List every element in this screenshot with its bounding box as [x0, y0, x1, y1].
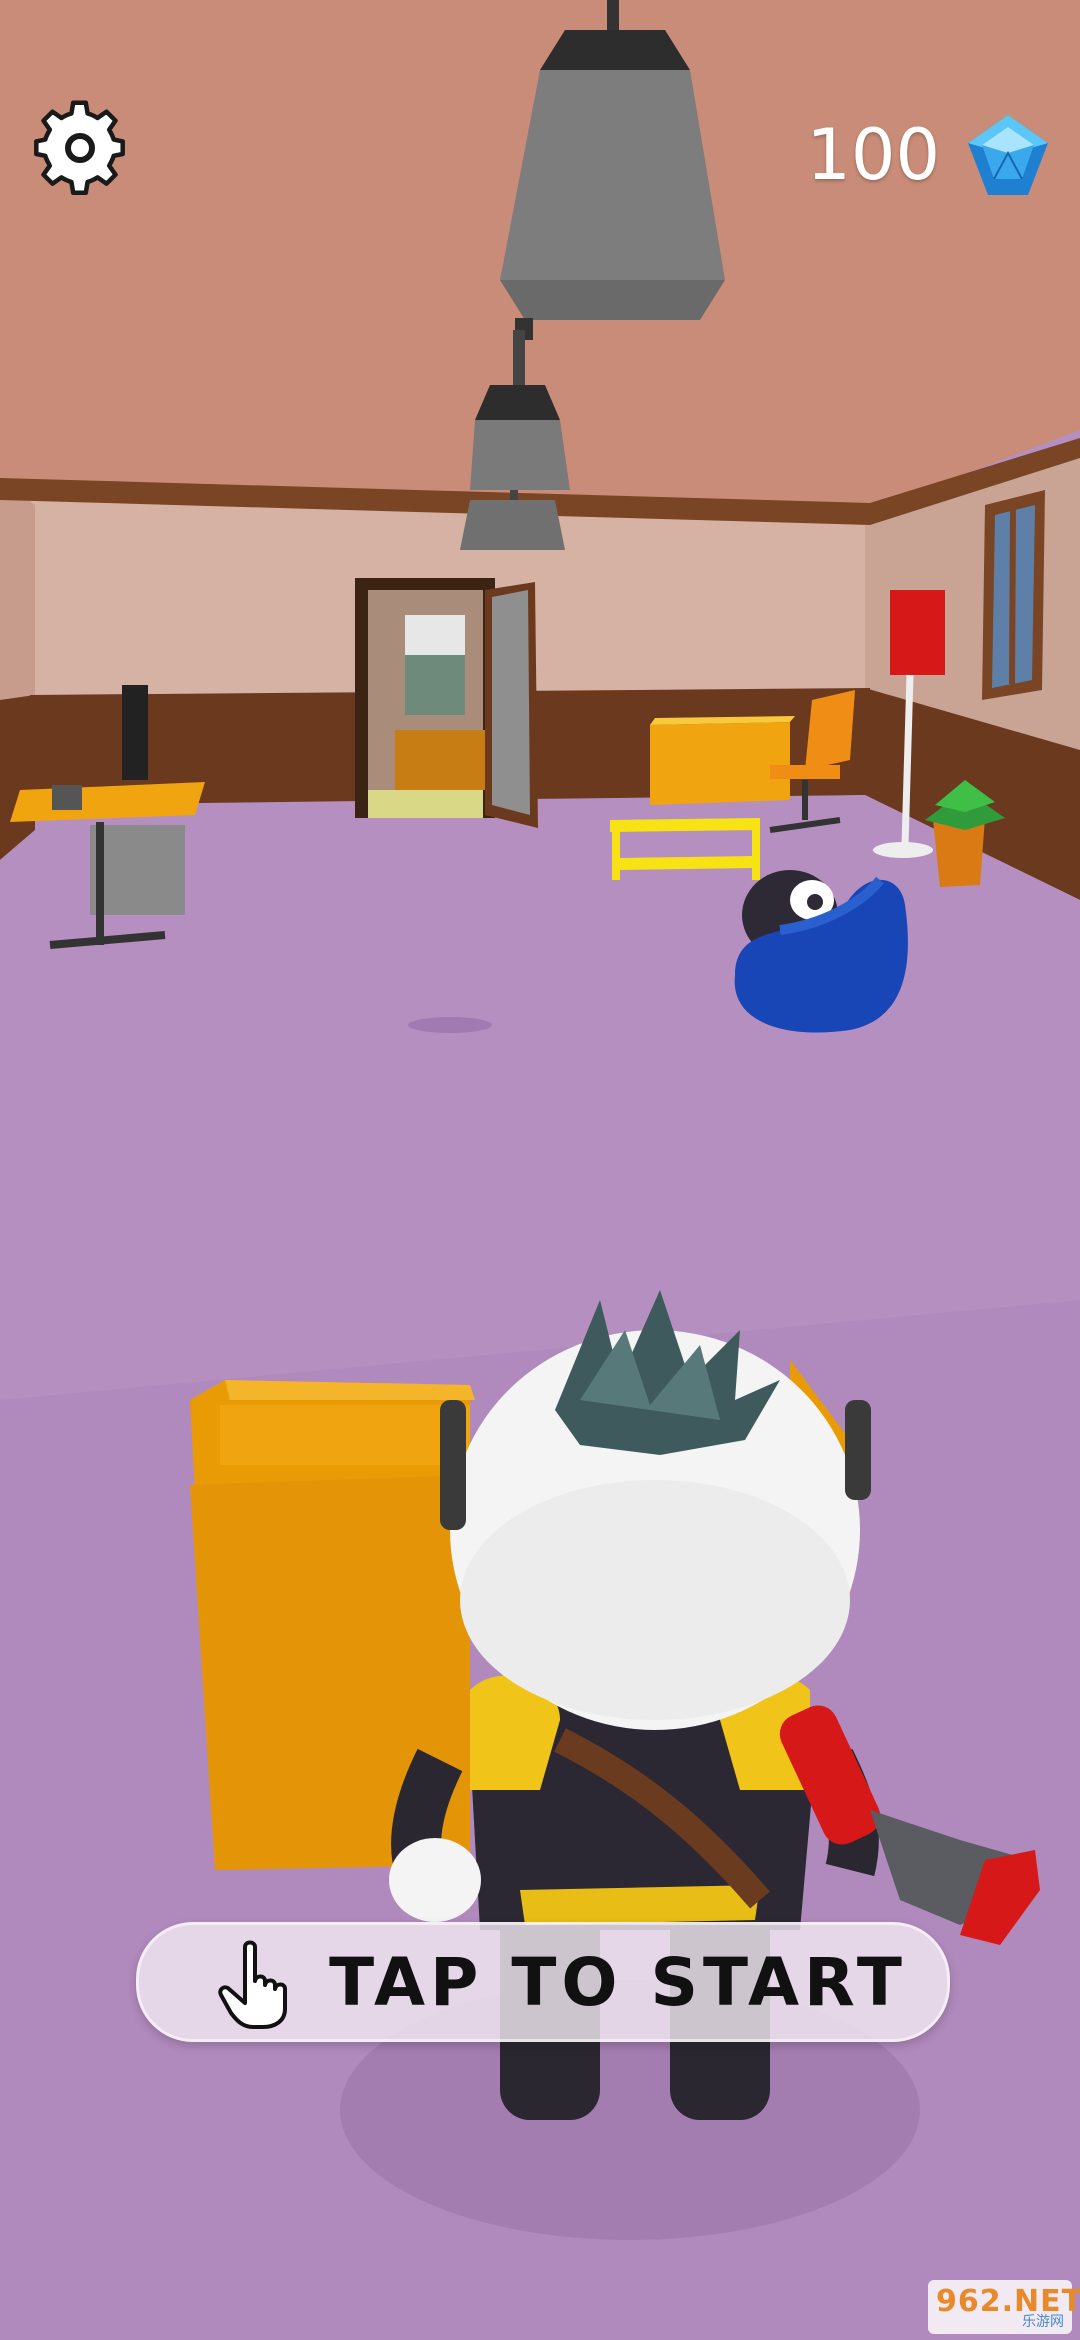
blue-gem-icon [968, 115, 1048, 195]
settings-button[interactable] [30, 100, 130, 200]
gem-count-value: 100 [806, 114, 940, 196]
tap-to-start-button[interactable]: TAP TO START [136, 1922, 950, 2042]
gem-counter: 100 [806, 105, 1050, 205]
watermark-caption: 乐游网 [1022, 2314, 1064, 2330]
gear-icon [34, 100, 125, 195]
tap-hand-icon [218, 1940, 287, 2029]
site-watermark: 962.NET 乐游网 [928, 2280, 1080, 2334]
tap-to-start-label: TAP TO START [329, 1943, 907, 2021]
